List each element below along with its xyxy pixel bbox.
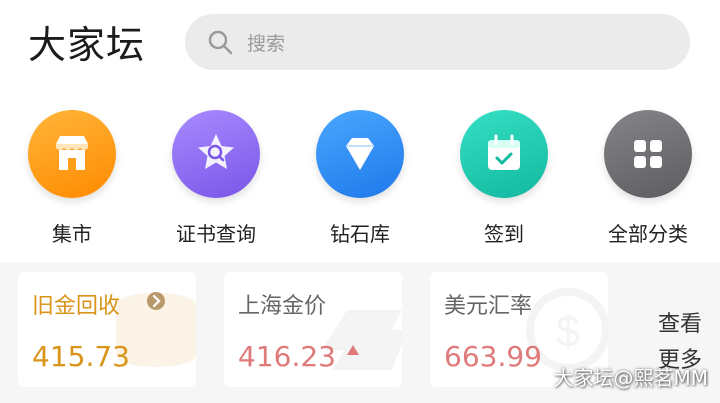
diamond-icon — [316, 110, 404, 198]
calendar-check-icon — [460, 110, 548, 198]
store-icon — [28, 110, 116, 198]
price-card-shanghai-gold[interactable]: 上海金价 416.23 — [224, 272, 402, 387]
price-title: 上海金价 — [238, 294, 327, 319]
svg-text:$: $ — [556, 307, 580, 356]
star-search-icon — [172, 110, 260, 198]
shortcut-label: 全部分类 — [608, 222, 688, 246]
price-value: 416.23 — [238, 340, 336, 373]
shortcut-checkin[interactable]: 签到 — [434, 110, 574, 250]
search-bar[interactable]: 搜索 — [185, 14, 690, 70]
price-value: 415.73 — [32, 340, 130, 373]
price-title: 旧金回收 — [32, 294, 121, 319]
shortcut-market[interactable]: 集市 — [2, 110, 142, 250]
grid-icon — [604, 110, 692, 198]
search-icon — [208, 30, 233, 55]
price-value: 663.99 — [444, 340, 542, 373]
price-title: 美元汇率 — [444, 294, 533, 319]
app-logo[interactable]: 大家坛 — [28, 14, 145, 69]
trend-up-icon — [347, 345, 359, 355]
shortcut-diamond[interactable]: 钻石库 — [290, 110, 430, 250]
shortcut-all-categories[interactable]: 全部分类 — [578, 110, 718, 250]
search-placeholder: 搜索 — [247, 33, 286, 55]
shortcut-certificate[interactable]: 证书查询 — [146, 110, 286, 250]
view-more-line1: 查看 — [658, 312, 703, 337]
shortcut-label: 签到 — [484, 222, 524, 246]
shortcut-label: 集市 — [52, 222, 92, 246]
price-card-recycle[interactable]: 旧金回收 415.73 — [18, 272, 196, 387]
chevron-right-icon — [147, 292, 165, 310]
shortcut-label: 证书查询 — [176, 222, 256, 246]
image-watermark: 大家坛@熙茗MM — [553, 366, 708, 390]
shortcut-grid: 集市 证书查询 钻石库 签到 全部分类 — [0, 92, 720, 262]
top-bar: 大家坛 搜索 — [0, 0, 720, 92]
shortcut-label: 钻石库 — [330, 222, 390, 246]
